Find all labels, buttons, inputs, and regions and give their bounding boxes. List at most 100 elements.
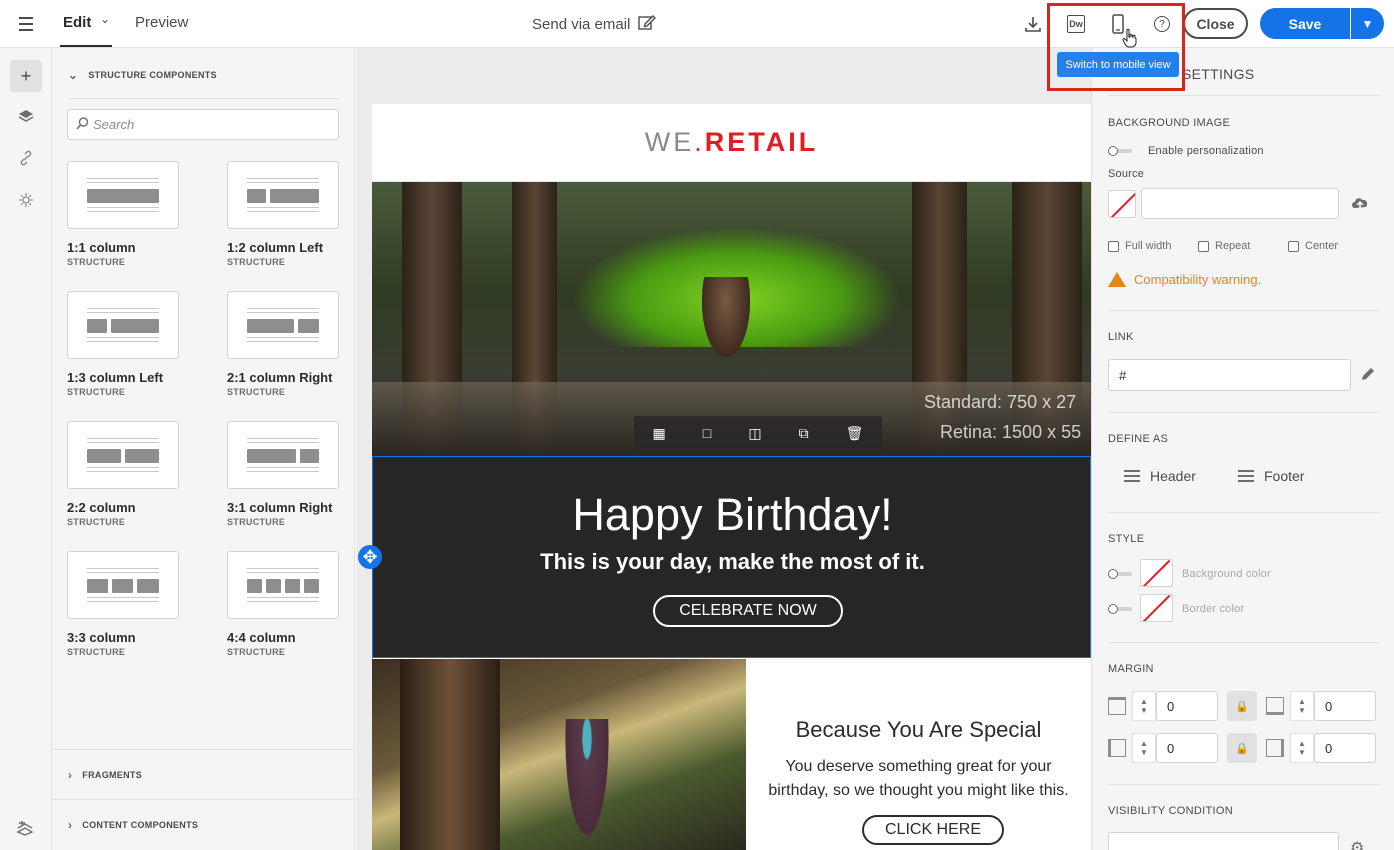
component-thumbnail xyxy=(227,551,339,619)
click-here-button[interactable]: CLICK HERE xyxy=(862,815,1004,845)
source-input[interactable] xyxy=(1141,188,1339,219)
special-title: Because You Are Special xyxy=(795,717,1042,742)
component-thumbnail xyxy=(67,421,179,489)
email-designer-app: Edit ⌄ Preview Send via email Dw ? Close… xyxy=(0,0,1394,850)
add-components-icon[interactable]: + xyxy=(10,60,42,92)
chevron-down-icon[interactable]: ⌄ xyxy=(100,12,110,26)
link-heading: LINK xyxy=(1108,331,1134,343)
bg-color-toggle[interactable] xyxy=(1108,569,1132,579)
logo-retail: RETAIL xyxy=(704,127,819,157)
component-2-1-column-right[interactable]: 2:1 column Right STRUCTURE xyxy=(227,291,339,397)
select-parent-icon[interactable]: ▦ xyxy=(653,425,666,442)
bg-color-swatch[interactable] xyxy=(1140,559,1173,587)
warning-icon xyxy=(1108,272,1126,287)
margin-right-stepper[interactable]: ▲ ▼ xyxy=(1290,733,1314,763)
edit-link-pencil-icon[interactable] xyxy=(1360,366,1376,387)
hamburger-menu-icon[interactable] xyxy=(16,14,36,34)
content-components-header[interactable]: › CONTENT COMPONENTS xyxy=(68,818,198,832)
close-button[interactable]: Close xyxy=(1183,8,1248,39)
document-title-text: Send via email xyxy=(532,16,631,33)
save-options-chevron-icon[interactable]: ▼ xyxy=(1351,8,1384,39)
component-type: STRUCTURE xyxy=(67,387,126,397)
lock-icon[interactable]: 🔒 xyxy=(1227,733,1257,763)
define-header-button[interactable]: Header xyxy=(1124,468,1196,484)
margin-bottom-input[interactable]: 0 xyxy=(1314,691,1376,721)
lock-icon[interactable]: 🔒 xyxy=(1227,691,1257,721)
component-type: STRUCTURE xyxy=(67,517,126,527)
brand-logo[interactable]: WE . RETAIL xyxy=(372,104,1091,182)
link-input[interactable]: # xyxy=(1108,359,1351,391)
birthday-block[interactable]: Happy Birthday! This is your day, make t… xyxy=(372,456,1091,658)
move-block-icon[interactable]: ✥ xyxy=(358,545,382,569)
margin-right-input[interactable]: 0 xyxy=(1314,733,1376,763)
fragments-label: FRAGMENTS xyxy=(82,770,142,780)
component-2-2-column[interactable]: 2:2 column STRUCTURE xyxy=(67,421,179,527)
logo-dot: . xyxy=(694,127,705,157)
upload-cloud-icon[interactable] xyxy=(1350,195,1370,216)
center-checkbox[interactable]: Center xyxy=(1288,240,1338,252)
visibility-condition-input[interactable] xyxy=(1108,832,1339,850)
personalization-toggle[interactable] xyxy=(1108,146,1132,156)
component-3-1-column-right[interactable]: 3:1 column Right STRUCTURE xyxy=(227,421,339,527)
component-name: 1:2 column Left xyxy=(227,240,324,255)
border-color-toggle[interactable] xyxy=(1108,604,1132,614)
divider xyxy=(1108,784,1380,785)
margin-top-input[interactable]: 0 xyxy=(1156,691,1218,721)
special-block[interactable]: Because You Are Special You deserve some… xyxy=(746,659,1091,850)
full-width-checkbox[interactable]: Full width xyxy=(1108,240,1171,252)
duplicate-icon[interactable]: ⧉ xyxy=(799,425,809,442)
divider xyxy=(1108,95,1380,96)
layer-settings-icon[interactable] xyxy=(16,818,34,841)
component-1-2-column-left[interactable]: 1:2 column Left STRUCTURE xyxy=(227,161,339,267)
personalization-icon[interactable] xyxy=(10,184,42,216)
compatibility-warning[interactable]: Compatibility warning. xyxy=(1108,272,1261,287)
center-label: Center xyxy=(1305,240,1339,252)
tab-preview[interactable]: Preview xyxy=(135,14,188,31)
margin-bottom-icon xyxy=(1266,697,1284,715)
fragments-header[interactable]: › FRAGMENTS xyxy=(68,768,142,782)
delete-icon[interactable]: 🗑 xyxy=(846,425,864,442)
component-thumbnail xyxy=(67,291,179,359)
edit-pencil-icon[interactable] xyxy=(638,14,657,35)
columns-icon[interactable]: ◫ xyxy=(748,425,761,442)
border-color-swatch[interactable] xyxy=(1140,594,1173,622)
layers-icon[interactable] xyxy=(10,100,42,132)
repeat-checkbox[interactable]: Repeat xyxy=(1198,240,1250,252)
component-4-4-column[interactable]: 4:4 column STRUCTURE xyxy=(227,551,339,657)
component-name: 1:1 column xyxy=(67,240,136,255)
define-footer-button[interactable]: Footer xyxy=(1238,468,1304,484)
margin-top-stepper[interactable]: ▲ ▼ xyxy=(1132,691,1156,721)
component-1-1-column[interactable]: 1:1 column STRUCTURE xyxy=(67,161,179,267)
component-type: STRUCTURE xyxy=(227,257,286,267)
search-input[interactable]: Search xyxy=(67,109,339,140)
chevron-right-icon: › xyxy=(68,818,73,832)
footer-label: Footer xyxy=(1264,468,1305,484)
block-toolbar: ▦ □ ◫ ⧉ 🗑 xyxy=(634,416,882,450)
component-3-3-column[interactable]: 3:3 column STRUCTURE xyxy=(67,551,179,657)
save-button[interactable]: Save xyxy=(1260,8,1350,39)
celebrate-now-button[interactable]: CELEBRATE NOW xyxy=(653,595,843,627)
download-icon[interactable] xyxy=(1019,10,1047,38)
margin-bottom-stepper[interactable]: ▲ ▼ xyxy=(1290,691,1314,721)
email-canvas[interactable]: WE . RETAIL Standard: 750 x 27 Retina: 1… xyxy=(356,48,1091,850)
margin-left-stepper[interactable]: ▲ ▼ xyxy=(1132,733,1156,763)
hero-image[interactable]: Standard: 750 x 27 Retina: 1500 x 55 xyxy=(372,182,1091,456)
footer-icon xyxy=(1238,470,1254,482)
component-name: 4:4 column xyxy=(227,630,296,645)
margin-left-input[interactable]: 0 xyxy=(1156,733,1218,763)
no-image-swatch[interactable] xyxy=(1108,190,1136,218)
gear-icon[interactable]: ⚙ xyxy=(1350,838,1364,850)
structure-components-label: STRUCTURE COMPONENTS xyxy=(88,70,217,80)
link-icon[interactable] xyxy=(10,142,42,174)
divider xyxy=(52,799,355,800)
margin-top-icon xyxy=(1108,697,1126,715)
document-title: Send via email xyxy=(532,14,657,35)
chevron-right-icon: › xyxy=(68,768,73,782)
tab-edit[interactable]: Edit xyxy=(63,14,91,48)
hiker-photo[interactable] xyxy=(372,659,746,850)
structure-components-header[interactable]: ⌄ STRUCTURE COMPONENTS xyxy=(68,68,217,82)
component-1-3-column-left[interactable]: 1:3 column Left STRUCTURE xyxy=(67,291,179,397)
add-to-fragment-icon[interactable]: □ xyxy=(703,425,711,441)
settings-title: SETTINGS xyxy=(1182,66,1255,82)
content-components-label: CONTENT COMPONENTS xyxy=(82,820,199,830)
